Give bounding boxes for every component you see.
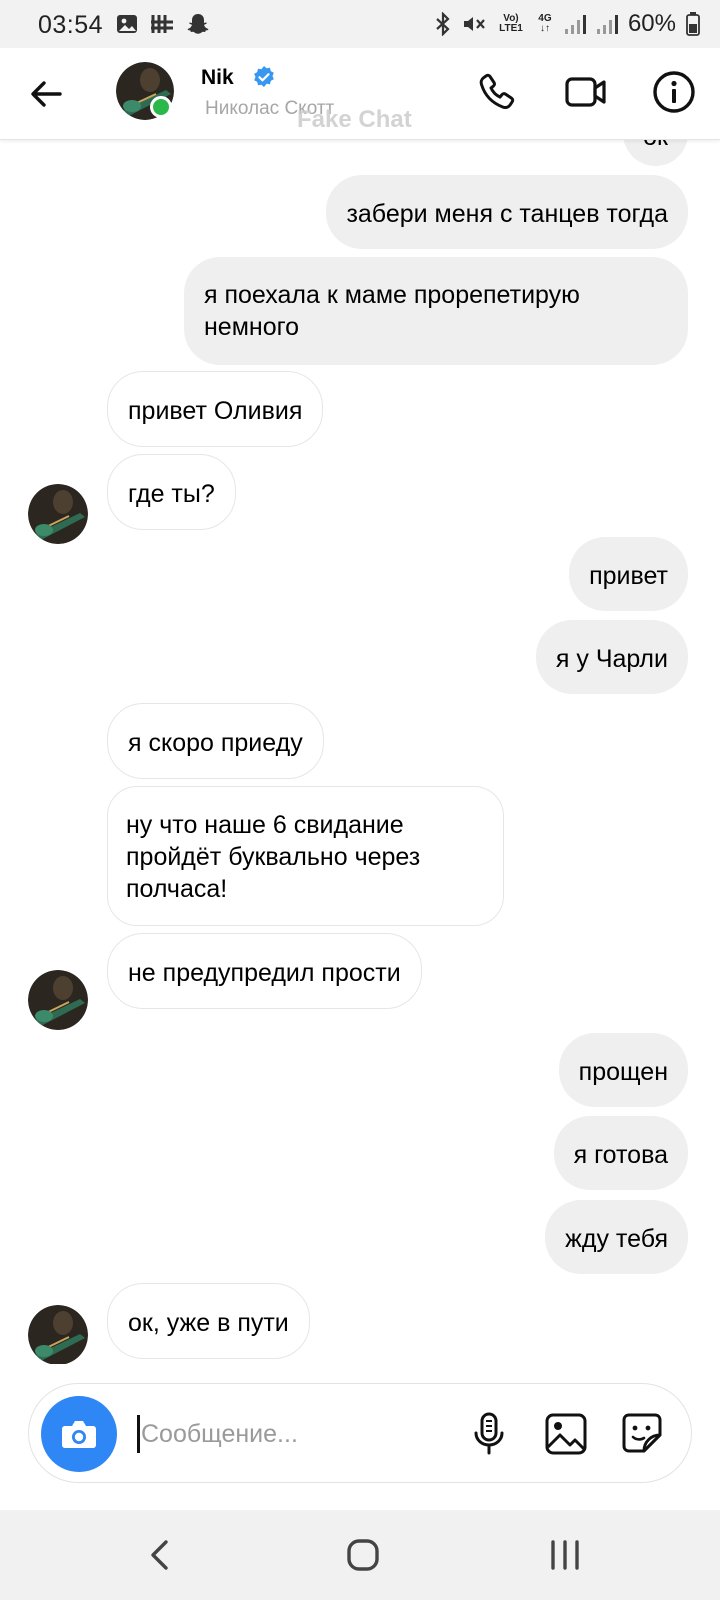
- nav-back-icon[interactable]: [138, 1532, 184, 1578]
- status-right: Vo) LTE1 4G ↓↑ 60%: [434, 10, 700, 38]
- sticker-icon[interactable]: [619, 1411, 665, 1457]
- volte-icon: Vo) LTE1: [496, 14, 526, 34]
- microphone-icon[interactable]: [466, 1411, 512, 1457]
- data-arrows-icon: ↓↑: [539, 23, 550, 34]
- message-bubble-incoming[interactable]: где ты?: [107, 454, 236, 530]
- image-notification-icon: [117, 15, 137, 33]
- snapchat-icon: [187, 14, 209, 34]
- message-bubble-outgoing[interactable]: я у Чарли: [535, 620, 688, 694]
- status-time: 03:54: [38, 11, 104, 39]
- lte-label: LTE1: [499, 23, 523, 34]
- mute-icon: [463, 17, 485, 31]
- system-navigation-bar: [0, 1510, 720, 1600]
- info-icon[interactable]: [652, 70, 696, 114]
- notification-icons: [116, 13, 210, 35]
- message-bubble-outgoing[interactable]: привет: [569, 537, 688, 611]
- nav-recents-icon[interactable]: [542, 1532, 588, 1578]
- message-bubble-outgoing[interactable]: я готова: [553, 1116, 688, 1190]
- video-camera-icon[interactable]: [564, 70, 608, 114]
- message-bubble-incoming[interactable]: ну что наше 6 свидание пройдёт буквально…: [107, 786, 504, 926]
- app-notification-icon: [151, 15, 173, 33]
- bluetooth-icon: [436, 12, 450, 36]
- contact-name[interactable]: Nik: [201, 66, 234, 90]
- message-bubble-incoming[interactable]: я скоро приеду: [107, 703, 324, 779]
- chat-header: Nik Николас Скотт Fake Chat: [0, 48, 720, 140]
- message-bubble-outgoing[interactable]: жду тебя: [545, 1200, 688, 1274]
- message-list[interactable]: ок забери меня с танцев тогда я поехала …: [0, 140, 720, 1364]
- battery-icon: [686, 12, 700, 36]
- battery-percent: 60%: [627, 10, 676, 37]
- message-bubble-outgoing[interactable]: ок: [623, 140, 688, 166]
- message-bubble-incoming[interactable]: не предупредил прости: [107, 933, 422, 1009]
- sender-avatar[interactable]: [28, 1305, 88, 1364]
- message-composer: [28, 1383, 692, 1483]
- back-arrow-icon[interactable]: [26, 74, 66, 114]
- sender-avatar[interactable]: [28, 970, 88, 1030]
- message-bubble-outgoing[interactable]: я поехала к маме прорепетирую немного: [184, 257, 688, 365]
- camera-button[interactable]: [41, 1396, 117, 1472]
- sender-avatar[interactable]: [28, 484, 88, 544]
- message-bubble-outgoing[interactable]: прощен: [558, 1033, 688, 1107]
- gallery-icon[interactable]: [543, 1411, 589, 1457]
- signal-icon: [596, 15, 618, 34]
- message-bubble-incoming[interactable]: ок, уже в пути: [107, 1283, 310, 1359]
- status-bar: 03:54 Vo) LTE1 4G ↓↑ 60%: [0, 0, 720, 48]
- network-4g-icon: 4G ↓↑: [536, 14, 554, 34]
- verified-badge-icon: [254, 66, 274, 87]
- phone-icon[interactable]: [476, 70, 520, 114]
- nav-home-icon[interactable]: [340, 1532, 386, 1578]
- camera-icon: [62, 1421, 96, 1448]
- message-bubble-incoming[interactable]: привет Оливия: [107, 371, 324, 447]
- signal-icon: [564, 15, 586, 34]
- message-bubble-outgoing[interactable]: забери меня с танцев тогда: [326, 175, 688, 249]
- message-input[interactable]: [135, 1412, 445, 1456]
- online-status-dot: [150, 96, 172, 118]
- watermark: Fake Chat: [297, 106, 412, 133]
